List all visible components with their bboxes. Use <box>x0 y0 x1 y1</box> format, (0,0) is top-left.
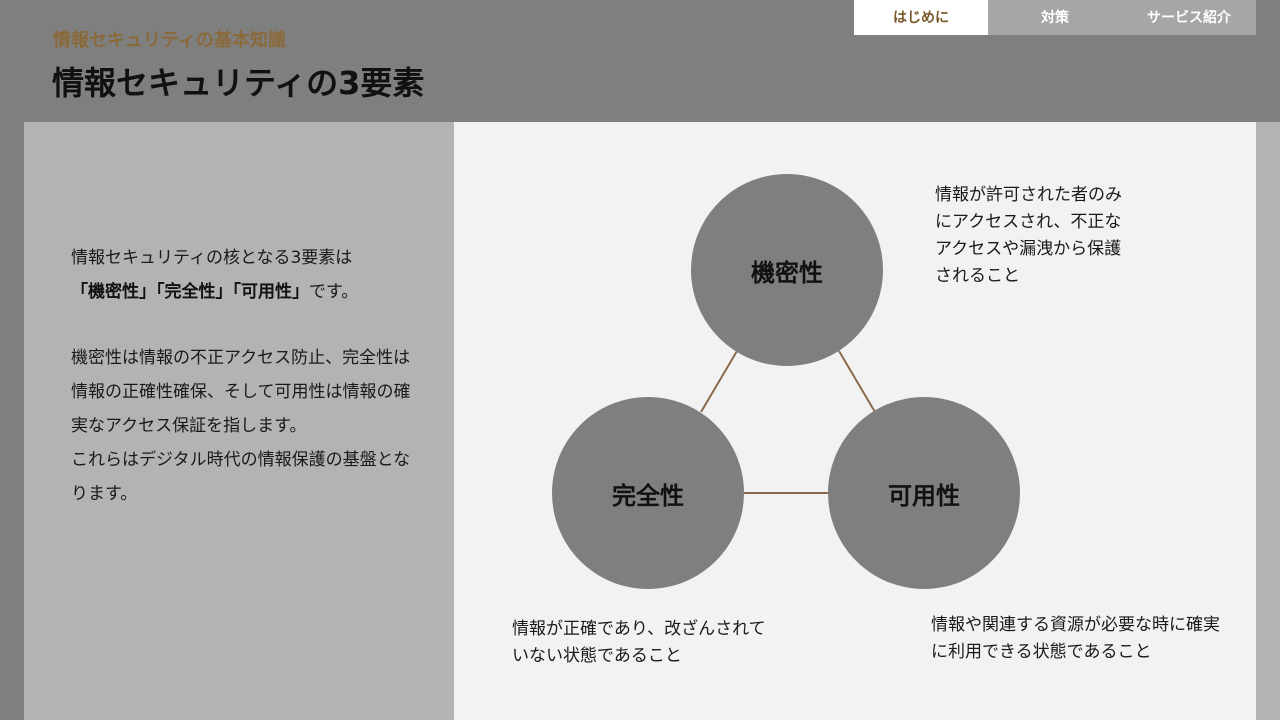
integrity-circle: 完全性 <box>552 397 744 589</box>
connector-confidentiality-integrity <box>700 350 738 413</box>
integrity-description: 情報が正確であり、改ざんされていない状態であること <box>512 619 766 666</box>
availability-circle: 可用性 <box>828 397 1020 589</box>
availability-description: 情報や関連する資源が必要な時に確実に利用できる状態であること <box>931 615 1220 662</box>
integrity-label: 完全性 <box>612 481 684 510</box>
confidentiality-circle: 機密性 <box>691 174 883 366</box>
availability-label: 可用性 <box>888 481 960 510</box>
confidentiality-description: 情報が許可された者のみにアクセスされ、不正なアクセスや漏洩から保護されること <box>935 185 1122 286</box>
confidentiality-label: 機密性 <box>751 258 823 287</box>
connector-confidentiality-availability <box>838 350 876 413</box>
